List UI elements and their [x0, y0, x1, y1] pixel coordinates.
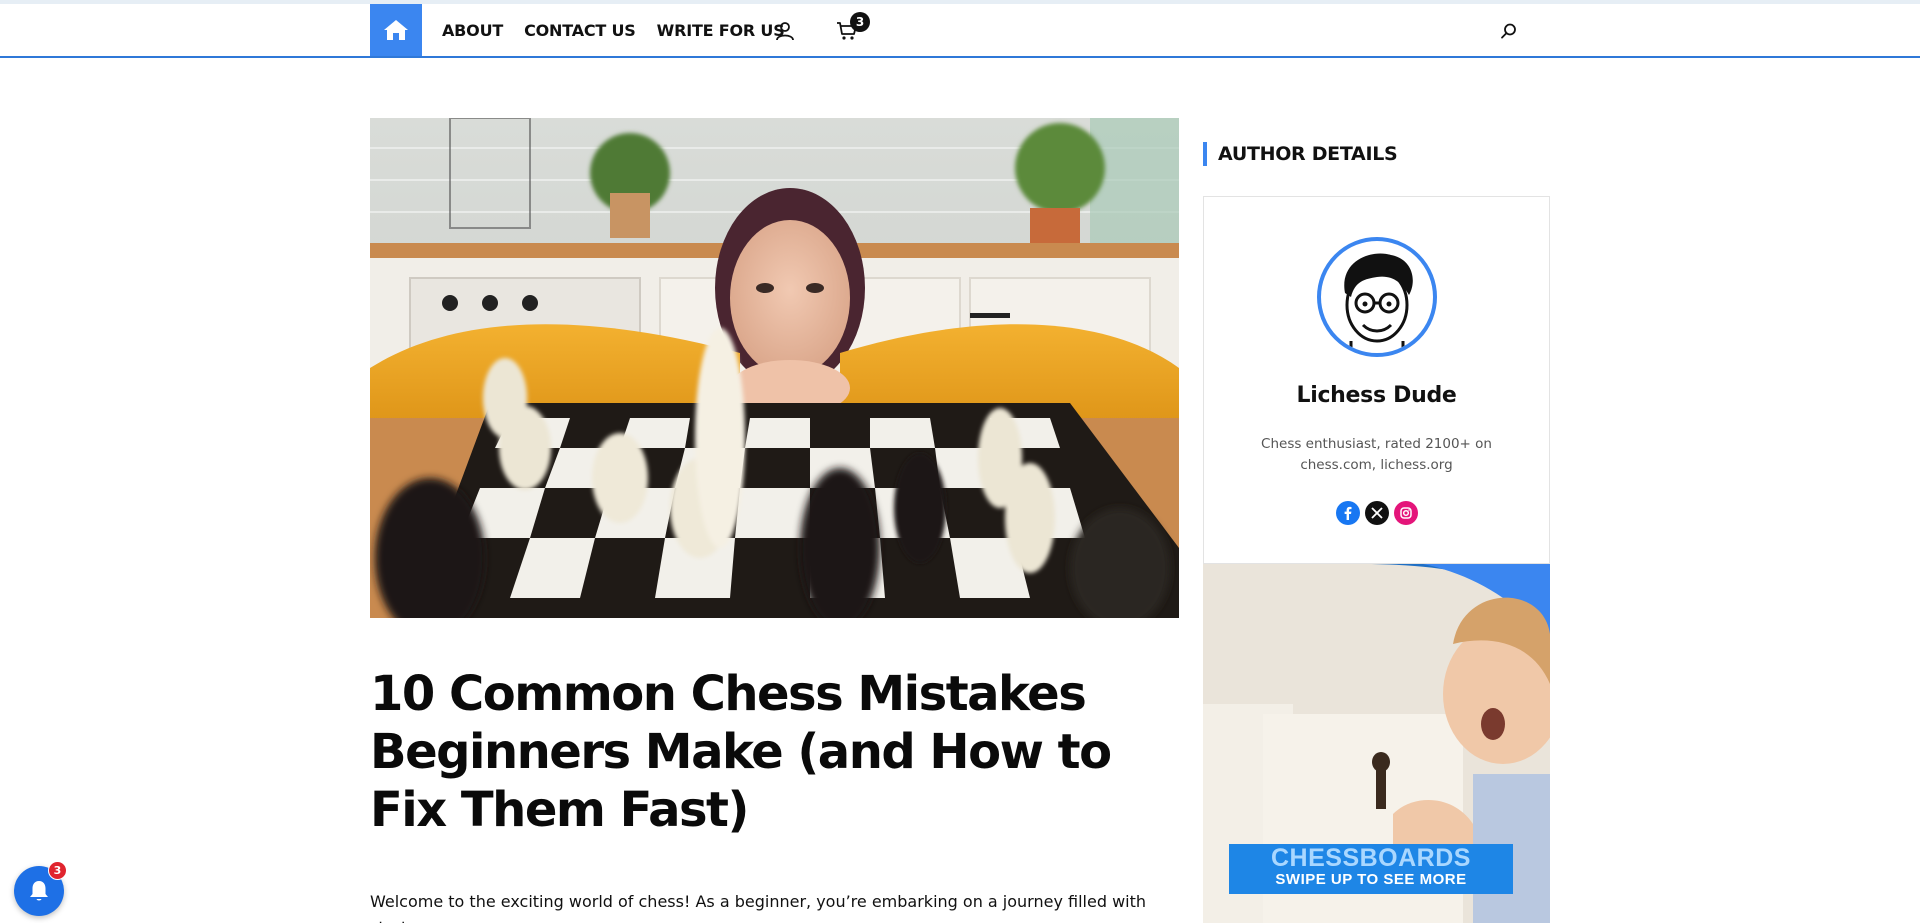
author-name[interactable]: Lichess Dude — [1204, 383, 1549, 408]
nav-about[interactable]: ABOUT — [442, 21, 503, 40]
author-widget-title: AUTHOR DETAILS — [1203, 142, 1398, 166]
x-icon[interactable] — [1365, 501, 1389, 525]
ad-banner[interactable]: CHESSBOARDS SWIPE UP TO SEE MORE — [1229, 844, 1513, 894]
featured-image — [370, 118, 1179, 618]
home-icon — [384, 20, 408, 40]
nav-contact-us[interactable]: CONTACT US — [524, 21, 636, 40]
article-title: 10 Common Chess Mistakes Beginners Make … — [370, 666, 1112, 838]
facebook-icon[interactable] — [1336, 501, 1360, 525]
search-icon[interactable] — [1500, 22, 1518, 40]
notification-count-badge: 3 — [48, 861, 67, 880]
nav-write-for-us[interactable]: WRITE FOR US — [657, 21, 785, 40]
author-bio: Chess enthusiast, rated 2100+ on chess.c… — [1261, 436, 1492, 473]
site-header: ABOUT CONTACT US WRITE FOR US 3 — [0, 0, 1920, 58]
main-nav: ABOUT CONTACT US WRITE FOR US — [442, 4, 806, 56]
instagram-icon[interactable] — [1394, 501, 1418, 525]
article-intro: Welcome to the exciting world of chess! … — [370, 892, 1147, 923]
author-social-links — [1336, 501, 1418, 525]
user-icon[interactable] — [774, 20, 796, 42]
bell-icon — [30, 881, 48, 901]
home-button[interactable] — [370, 4, 422, 56]
ad-headline: CHESSBOARDS — [1271, 844, 1471, 872]
cart-count-badge: 3 — [850, 12, 870, 32]
author-card: Lichess Dude Chess enthusiast, rated 210… — [1203, 196, 1550, 564]
author-avatar[interactable] — [1317, 237, 1437, 357]
ad-subline: SWIPE UP TO SEE MORE — [1275, 871, 1467, 888]
chessboards-ad[interactable]: CHESSBOARDS SWIPE UP TO SEE MORE — [1203, 564, 1550, 923]
